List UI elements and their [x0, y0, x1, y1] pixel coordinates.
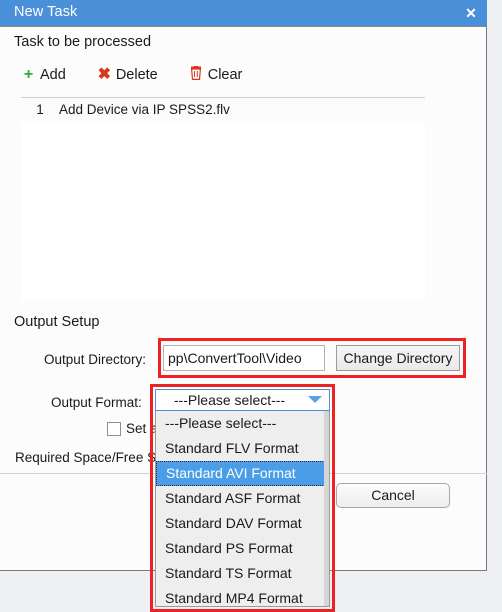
required-space-label: Required Space/Free Sp — [15, 450, 164, 465]
dropdown-option[interactable]: Standard PS Format — [156, 536, 329, 561]
output-directory-input[interactable] — [163, 345, 325, 371]
set-a-checkbox-label: Set a — [126, 421, 158, 436]
dropdown-scrollbar[interactable] — [324, 411, 329, 606]
close-icon[interactable]: ✕ — [455, 0, 487, 26]
dropdown-option[interactable]: Standard MP4 Format — [156, 586, 329, 606]
output-format-dropdown-list[interactable]: ---Please select--- Standard FLV Format St… — [155, 411, 330, 607]
dropdown-option[interactable]: Standard DAV Format — [156, 511, 329, 536]
chevron-down-icon[interactable] — [308, 396, 322, 403]
dropdown-option[interactable]: Standard TS Format — [156, 561, 329, 586]
clear-button[interactable]: Clear — [188, 65, 243, 84]
row-name: Add Device via IP SPSS2.flv — [59, 102, 230, 117]
output-directory-label: Output Directory: — [44, 352, 147, 367]
window-title: New Task — [14, 4, 78, 20]
cross-icon: ✖ — [97, 66, 112, 83]
title-bar: New Task ✕ — [0, 0, 487, 27]
task-toolbar: + Add ✖ Delete Clear — [20, 63, 272, 87]
dropdown-option[interactable]: Standard FLV Format — [156, 436, 329, 461]
set-a-checkbox-row[interactable]: Set a — [107, 421, 158, 436]
dropdown-option[interactable]: ---Please select--- — [156, 411, 329, 436]
change-directory-button[interactable]: Change Directory — [336, 345, 460, 371]
output-section-heading: Output Setup — [14, 314, 100, 330]
output-format-combobox[interactable]: ---Please select--- — [155, 389, 330, 411]
task-section-heading: Task to be processed — [14, 34, 152, 50]
cancel-button[interactable]: Cancel — [336, 483, 450, 508]
set-a-checkbox[interactable] — [107, 421, 121, 436]
screen: New Task ✕ Task to be processed + Add ✖ … — [0, 0, 502, 612]
output-format-label: Output Format: — [51, 395, 142, 410]
add-button[interactable]: + Add — [20, 66, 66, 84]
delete-button[interactable]: ✖ Delete — [96, 66, 158, 84]
add-button-label: Add — [40, 67, 66, 83]
task-list[interactable]: 1 Add Device via IP SPSS2.flv — [21, 97, 425, 301]
row-index: 1 — [36, 102, 44, 117]
clear-button-label: Clear — [207, 67, 243, 83]
table-row[interactable]: 1 Add Device via IP SPSS2.flv — [21, 98, 425, 121]
plus-icon: + — [23, 66, 34, 83]
dropdown-option[interactable]: Standard AVI Format — [156, 461, 329, 486]
trash-icon — [188, 65, 205, 84]
output-format-selected-value: ---Please select--- — [173, 392, 286, 408]
dropdown-option[interactable]: Standard ASF Format — [156, 486, 329, 511]
delete-button-label: Delete — [115, 67, 158, 83]
